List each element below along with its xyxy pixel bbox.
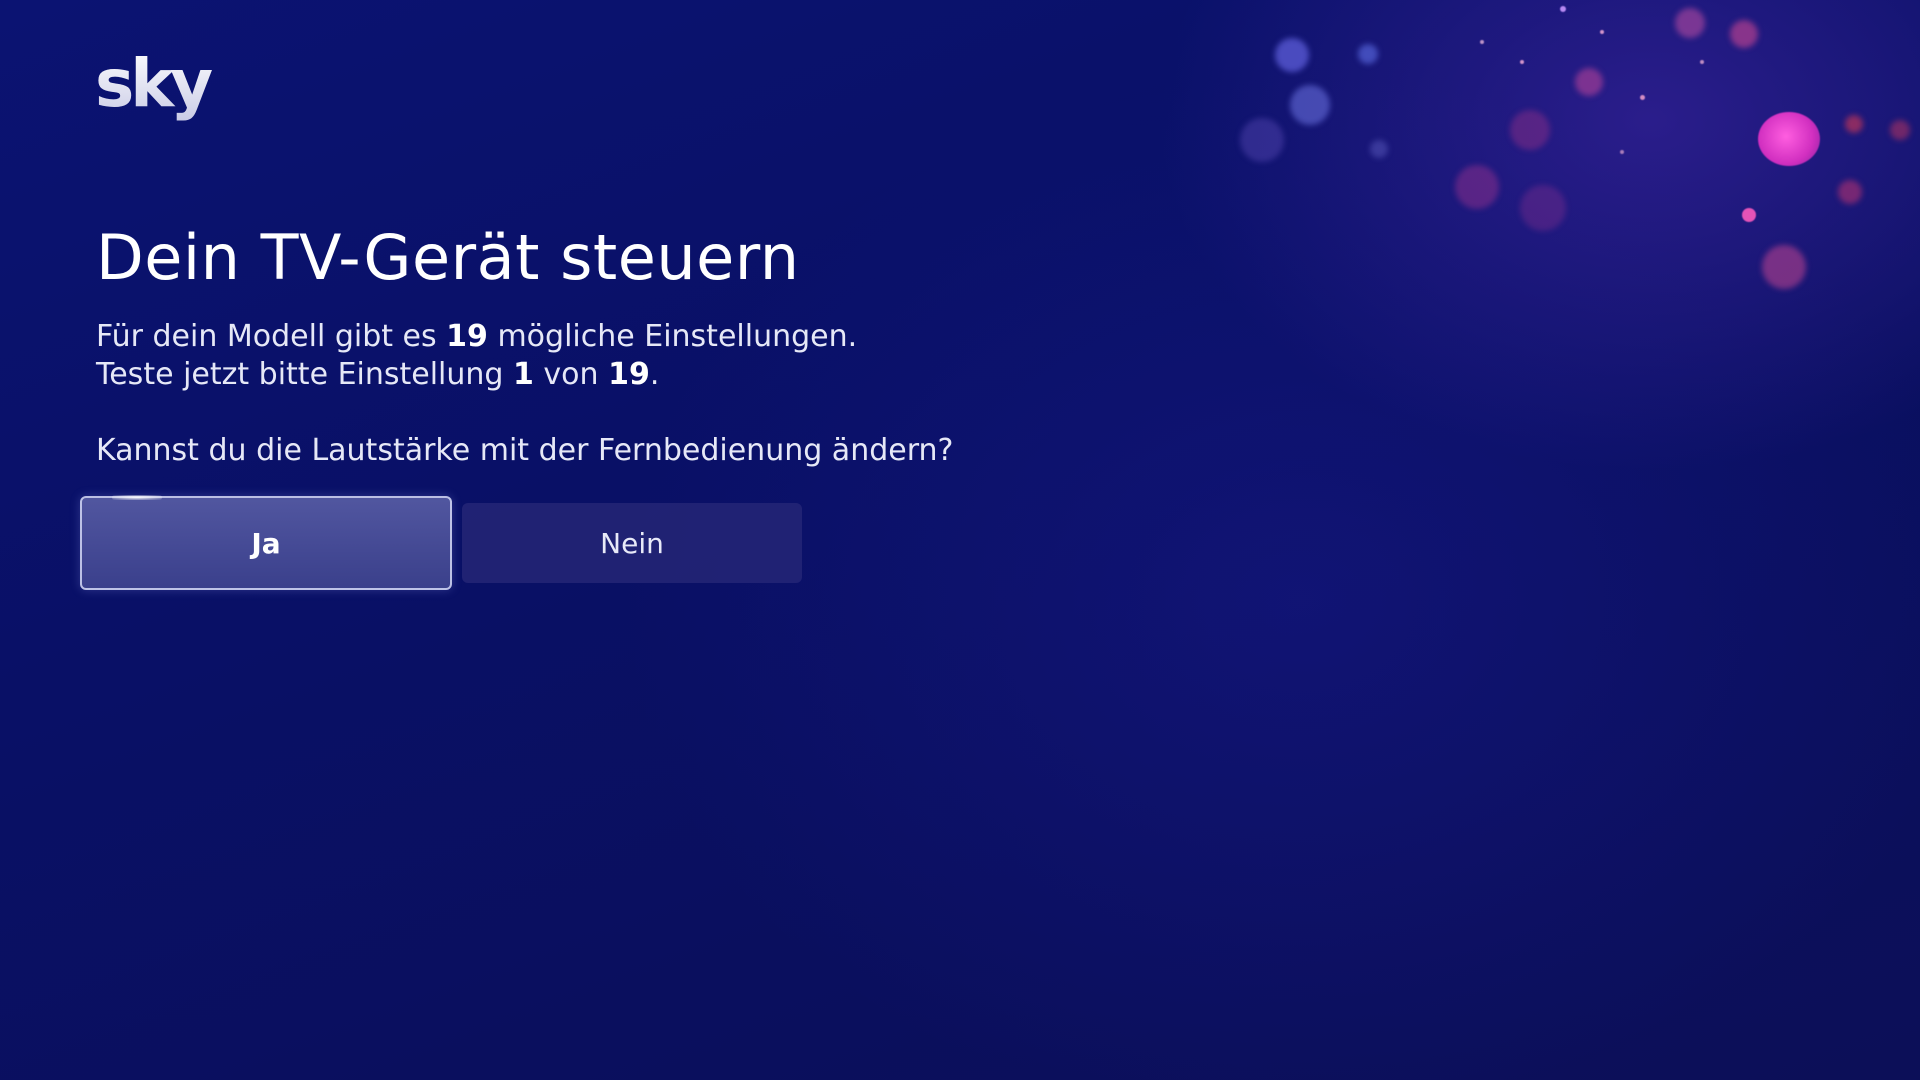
answer-buttons: Ja Nein bbox=[80, 495, 802, 590]
settings-count: 19 bbox=[446, 319, 488, 354]
info-line2-suffix: . bbox=[649, 357, 660, 392]
total-settings-number: 19 bbox=[608, 357, 650, 392]
main-content: Dein TV-Gerät steuern Für dein Modell gi… bbox=[96, 222, 996, 470]
page-title: Dein TV-Gerät steuern bbox=[96, 221, 800, 294]
info-line1-prefix: Für dein Modell gibt es bbox=[96, 319, 447, 354]
info-line-current-setting: Teste jetzt bitte Einstellung 1 von 19. bbox=[96, 356, 996, 394]
info-line1-suffix: mögliche Einstellungen. bbox=[487, 319, 858, 354]
info-line2-middle: von bbox=[533, 357, 609, 392]
info-text: Für dein Modell gibt es 19 mögliche Eins… bbox=[96, 318, 996, 394]
no-button[interactable]: Nein bbox=[462, 503, 802, 583]
current-setting-number: 1 bbox=[513, 357, 534, 392]
info-line-settings-count: Für dein Modell gibt es 19 mögliche Eins… bbox=[96, 318, 996, 356]
info-line2-prefix: Teste jetzt bitte Einstellung bbox=[96, 357, 513, 392]
question-text: Kannst du die Lautstärke mit der Fernbed… bbox=[96, 433, 954, 468]
sky-logo: sky bbox=[95, 46, 215, 122]
yes-button[interactable]: Ja bbox=[80, 495, 452, 590]
svg-text:sky: sky bbox=[95, 46, 212, 122]
